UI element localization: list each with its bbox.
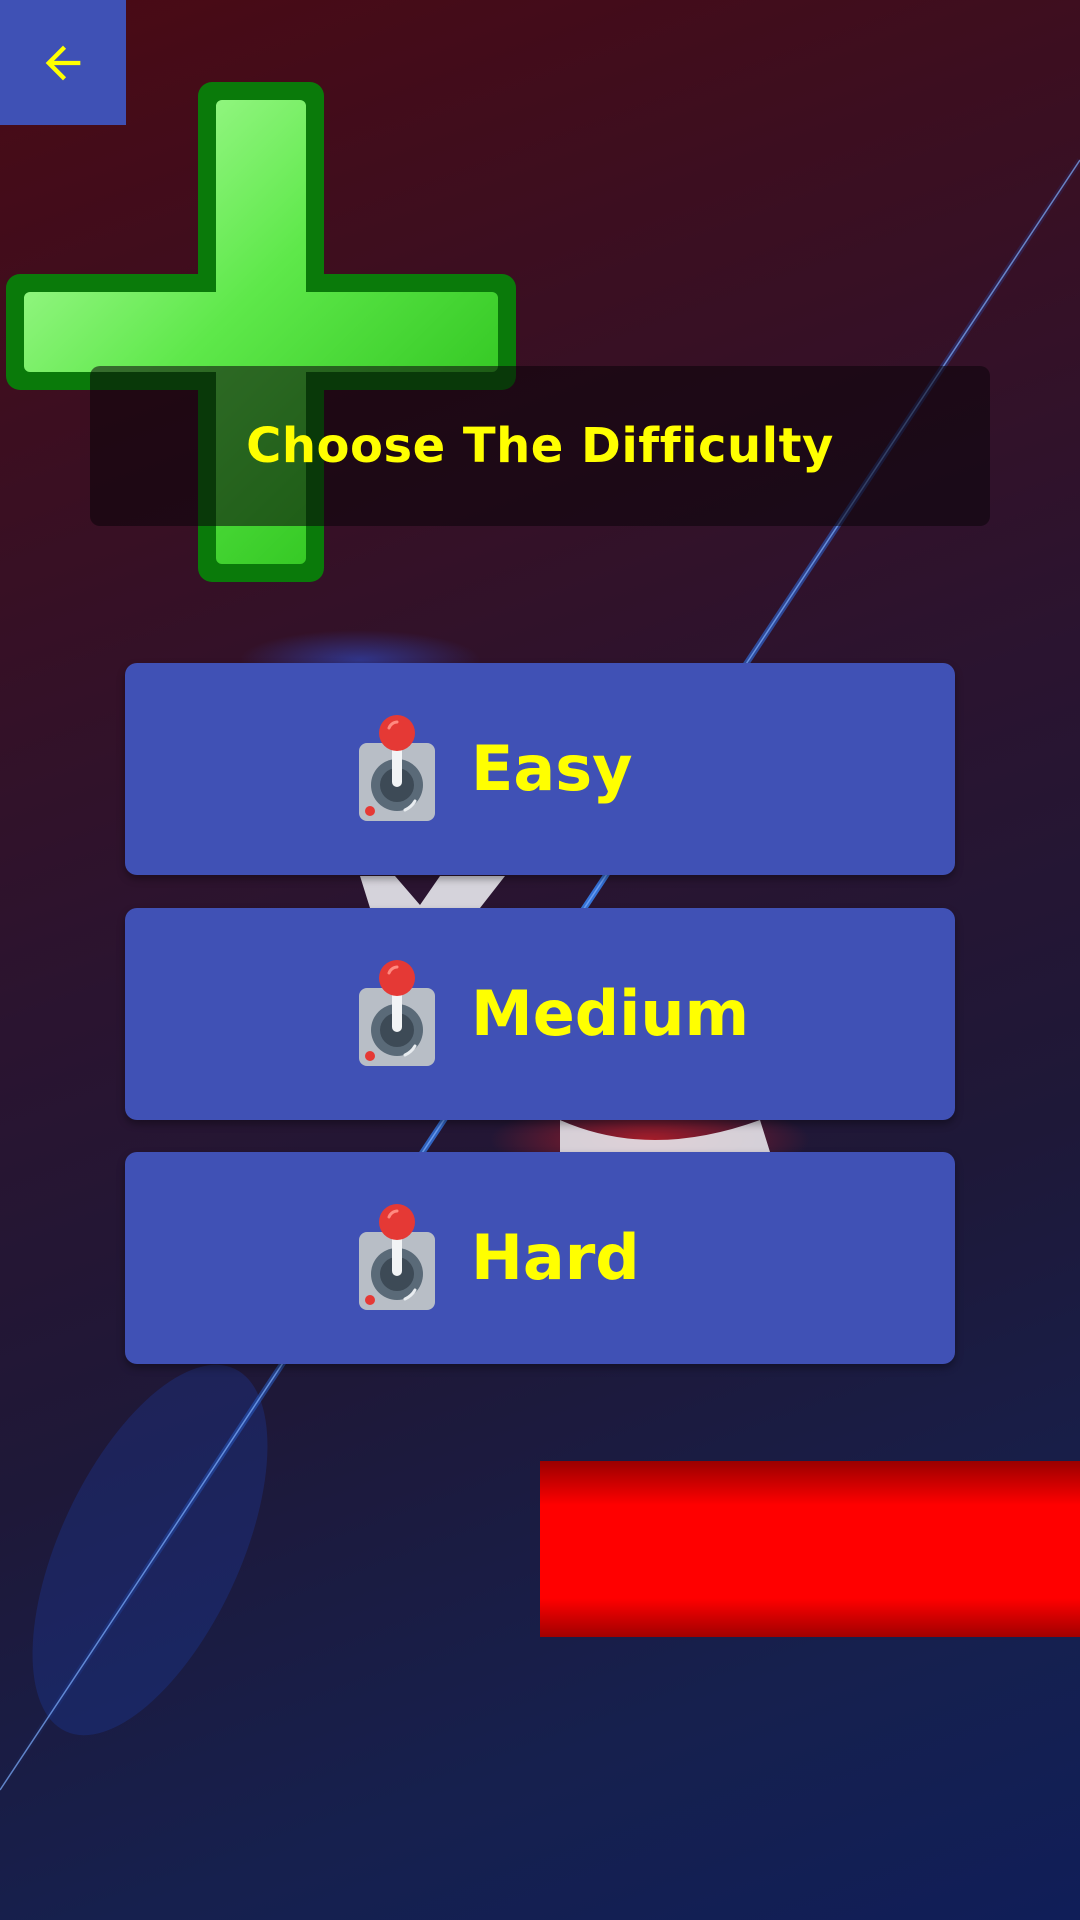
page-title: Choose The Difficulty [246, 418, 834, 474]
medium-button[interactable]: Medium [125, 908, 955, 1120]
joystick-icon [359, 715, 435, 821]
title-panel: Choose The Difficulty [90, 366, 990, 526]
hard-button[interactable]: Hard [125, 1152, 955, 1364]
joystick-icon [359, 1204, 435, 1310]
easy-label: Easy [471, 732, 633, 805]
red-bar [540, 1461, 1080, 1637]
medium-label: Medium [471, 977, 750, 1050]
hard-label: Hard [471, 1221, 640, 1294]
easy-button[interactable]: Easy [125, 663, 955, 875]
joystick-icon [359, 960, 435, 1066]
